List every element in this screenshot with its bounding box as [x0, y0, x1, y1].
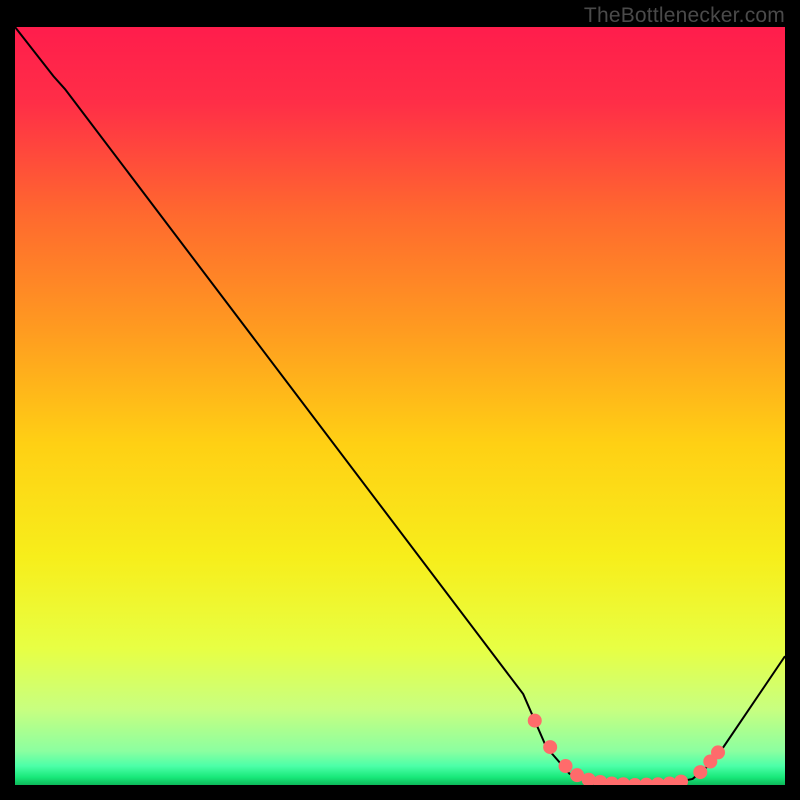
- curve-marker: [528, 714, 542, 728]
- curve-marker: [693, 765, 707, 779]
- bottleneck-chart: [15, 27, 785, 785]
- gradient-background: [15, 27, 785, 785]
- curve-marker: [559, 759, 573, 773]
- curve-marker: [711, 745, 725, 759]
- curve-marker: [543, 740, 557, 754]
- watermark-text: TheBottleneсker.com: [584, 4, 785, 28]
